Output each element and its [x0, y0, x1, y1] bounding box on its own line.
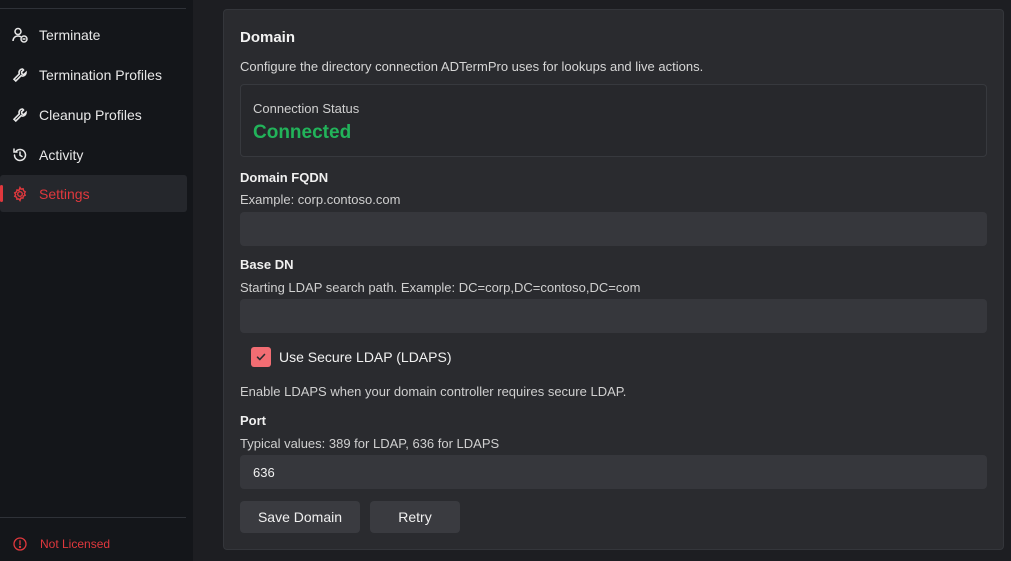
domain-settings-panel: Domain Configure the directory connectio…: [223, 9, 1004, 550]
base-dn-help: Starting LDAP search path. Example: DC=c…: [240, 280, 641, 295]
sidebar-bottom-divider: [0, 517, 186, 518]
wrench-icon: [11, 66, 28, 83]
section-description: Configure the directory connection ADTer…: [240, 59, 704, 74]
ldaps-help: Enable LDAPS when your domain controller…: [240, 384, 627, 399]
section-title: Domain: [240, 29, 296, 46]
sidebar-top-divider: [0, 8, 186, 9]
sidebar-item-label: Cleanup Profiles: [39, 106, 142, 123]
checkmark-icon: [256, 353, 266, 361]
connection-status-value: Connected: [253, 122, 352, 143]
gear-icon: [11, 185, 28, 202]
sidebar-item-settings[interactable]: Settings: [0, 175, 187, 212]
sidebar: Terminate Termination Profiles Cleanup P…: [0, 0, 193, 561]
alert-circle-icon: [13, 536, 28, 551]
domain-fqdn-help: Example: corp.contoso.com: [240, 192, 401, 207]
port-label: Port: [240, 413, 266, 428]
save-domain-button[interactable]: Save Domain: [240, 501, 360, 533]
sidebar-item-label: Terminate: [39, 26, 101, 43]
license-status: Not Licensed: [13, 536, 110, 551]
ldaps-checkbox[interactable]: [251, 347, 271, 367]
base-dn-input[interactable]: [240, 299, 987, 333]
sidebar-item-label: Termination Profiles: [39, 66, 162, 83]
sidebar-item-terminate[interactable]: Terminate: [0, 16, 187, 53]
ldaps-checkbox-label: Use Secure LDAP (LDAPS): [279, 349, 452, 365]
domain-fqdn-input[interactable]: [240, 212, 987, 246]
app-window: Terminate Termination Profiles Cleanup P…: [0, 0, 1011, 561]
connection-status-box: Connection Status Connected: [240, 84, 987, 157]
port-input[interactable]: [240, 455, 987, 489]
port-help: Typical values: 389 for LDAP, 636 for LD…: [240, 436, 500, 451]
retry-button[interactable]: Retry: [370, 501, 460, 533]
sidebar-item-termination-profiles[interactable]: Termination Profiles: [0, 56, 187, 93]
sidebar-item-label: Activity: [39, 146, 84, 163]
sidebar-item-label: Settings: [39, 185, 90, 202]
history-icon: [11, 146, 28, 163]
domain-fqdn-label: Domain FQDN: [240, 170, 329, 185]
license-status-text: Not Licensed: [40, 536, 111, 551]
base-dn-label: Base DN: [240, 257, 294, 272]
user-remove-icon: [11, 26, 28, 43]
connection-status-label: Connection Status: [253, 101, 360, 116]
wrench-icon: [11, 106, 28, 123]
sidebar-item-activity[interactable]: Activity: [0, 136, 187, 173]
sidebar-item-cleanup-profiles[interactable]: Cleanup Profiles: [0, 96, 187, 133]
ldaps-checkbox-row[interactable]: Use Secure LDAP (LDAPS): [251, 347, 451, 367]
